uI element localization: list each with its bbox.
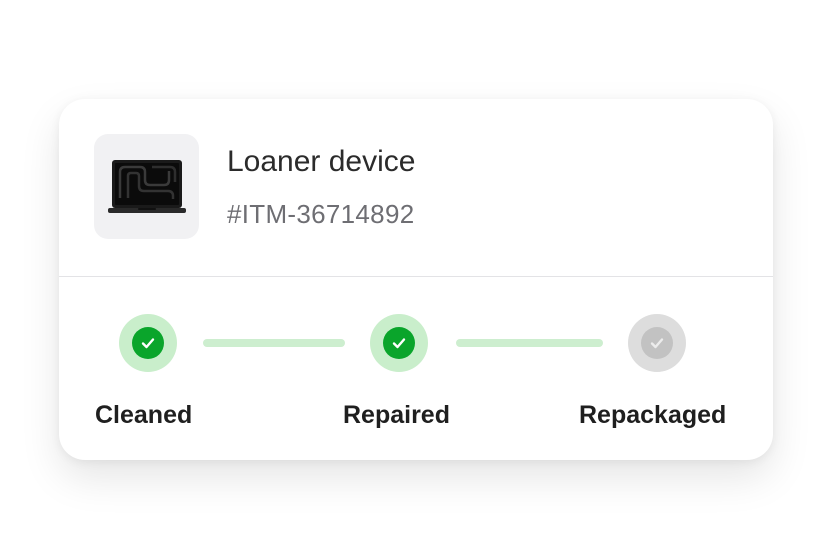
divider — [59, 276, 773, 277]
device-title: Loaner device — [227, 145, 416, 178]
device-status-card: Loaner device #ITM-36714892 Cleaned Repa… — [59, 99, 773, 460]
step-label-cleaned: Cleaned — [95, 401, 193, 429]
step-repackaged-indicator — [628, 314, 686, 372]
check-icon — [392, 338, 406, 349]
step-label-repackaged: Repackaged — [579, 401, 727, 429]
check-icon — [141, 338, 155, 349]
device-header: Loaner device #ITM-36714892 — [59, 99, 773, 276]
laptop-icon — [108, 160, 186, 213]
device-thumbnail — [94, 134, 199, 239]
item-id: #ITM-36714892 — [227, 199, 415, 229]
step-connector-1 — [203, 339, 345, 347]
step-cleaned-indicator — [119, 314, 177, 372]
step-connector-2 — [456, 339, 603, 347]
check-icon — [650, 338, 664, 349]
step-label-repaired: Repaired — [343, 401, 450, 429]
step-repaired-indicator — [370, 314, 428, 372]
